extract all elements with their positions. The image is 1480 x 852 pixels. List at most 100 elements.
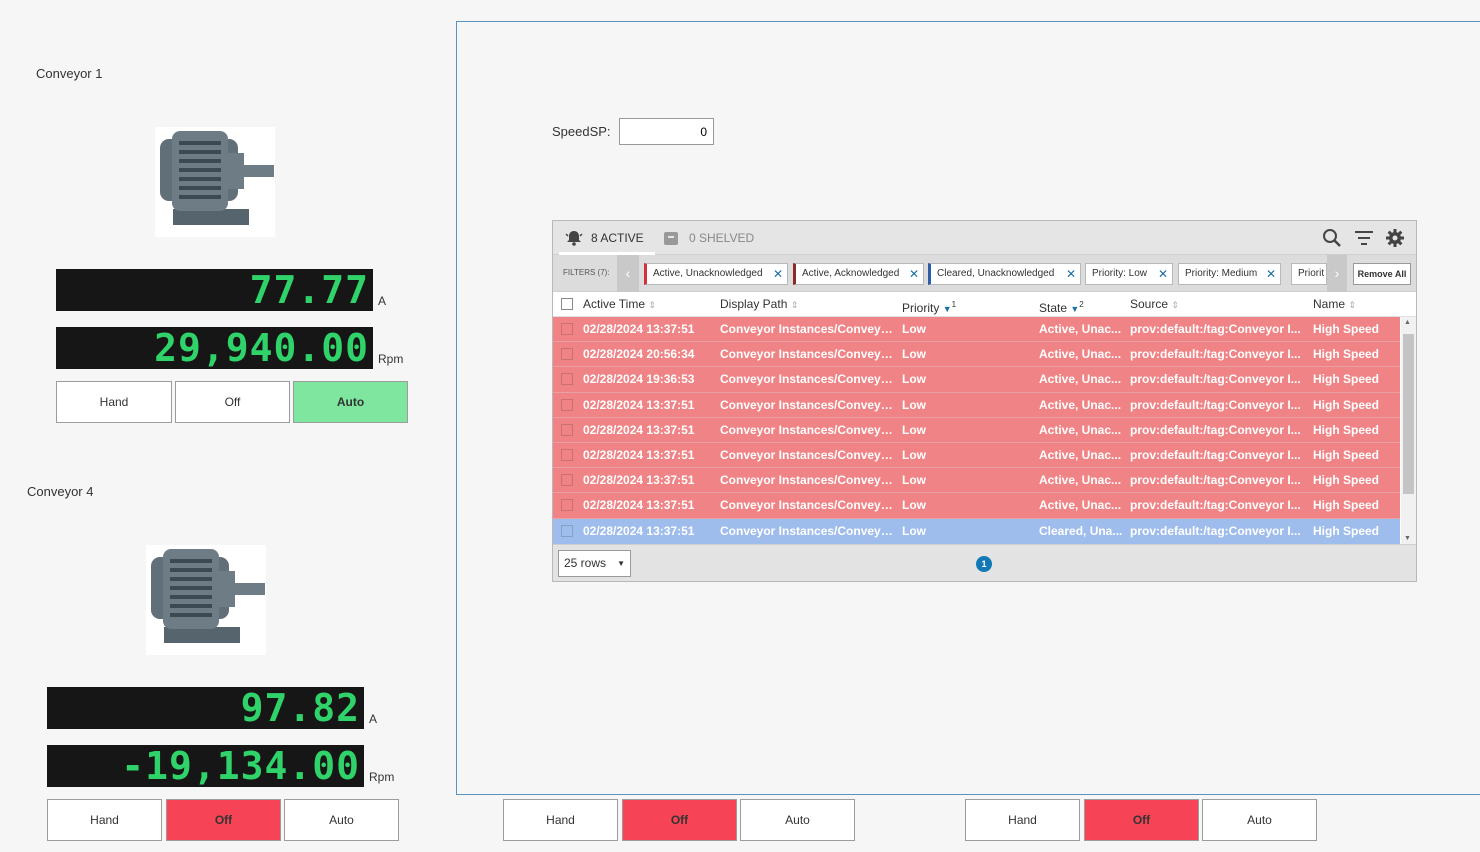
row-checkbox[interactable] [561,373,573,386]
filter-chip-priority-low[interactable]: Priority: Low ✕ [1085,263,1173,285]
conveyor4-auto-button[interactable]: Auto [284,799,399,841]
group1-auto-button[interactable]: Auto [740,799,855,841]
close-icon[interactable]: ✕ [773,264,783,284]
rows-per-page-select[interactable]: 25 rows ▼ [558,550,631,577]
table-row[interactable]: 02/28/2024 13:37:51 Conveyor Instances/Co… [553,442,1400,469]
row-checkbox[interactable] [561,448,573,461]
sort-order-badge: 1 [951,300,957,309]
table-pager: 25 rows ▼ 1 [553,544,1416,581]
conveyor4-speed-unit: Rpm [369,770,395,784]
cell-source: prov:default:/tag:Conveyor I... [1130,447,1301,462]
row-checkbox[interactable] [561,323,573,335]
column-source[interactable]: Source ⇕ [1130,292,1179,317]
cell-active-time: 02/28/2024 13:37:51 [583,498,695,513]
rows-per-page-value: 25 rows [564,556,607,570]
table-row[interactable]: 02/28/2024 13:37:51 Conveyor Instances/Co… [553,468,1400,494]
conveyor1-current-unit: A [378,294,387,308]
cell-state: Active, Unac... [1039,498,1122,513]
cell-priority: Low [902,322,926,336]
conveyor4-off-button[interactable]: Off [166,799,281,841]
gear-icon[interactable] [1385,228,1405,248]
conveyor4-motor-icon [146,545,266,655]
table-row[interactable]: 02/28/2024 20:56:34 Conveyor Instances/Co… [553,342,1400,368]
table-row[interactable]: 02/28/2024 13:37:51 Conveyor Instances/Co… [553,493,1400,519]
column-label: Display Path [720,297,788,311]
cell-name: High Speed [1313,447,1380,462]
cell-priority: Low [902,372,926,387]
column-display-path[interactable]: Display Path ⇕ [720,292,798,317]
filter-chip-priority-medium[interactable]: Priority: Medium ✕ [1178,263,1281,285]
close-icon[interactable]: ✕ [1158,264,1168,284]
row-checkbox[interactable] [561,398,573,411]
tab-shelved[interactable]: 0 SHELVED [663,221,754,255]
table-row[interactable]: 02/28/2024 13:37:51 Conveyor Instances/Co… [553,392,1400,418]
row-checkbox[interactable] [561,524,573,537]
close-icon[interactable]: ✕ [909,264,919,284]
column-label: Name [1313,297,1346,311]
column-priority[interactable]: Priority ▼1 [902,292,956,317]
cell-active-time: 02/28/2024 13:37:51 [583,447,695,462]
conveyor4-hand-button[interactable]: Hand [47,799,162,841]
filters-label: FILTERS (7): [563,268,610,277]
table-row[interactable]: 02/28/2024 13:37:51 Conveyor Instances/Co… [553,317,1400,343]
filter-chip-active-ack[interactable]: Active, Acknowledged ✕ [793,263,924,285]
scroll-up-icon[interactable]: ▲ [1404,319,1411,326]
page-1-button[interactable]: 1 [976,556,992,572]
cell-source: prov:default:/tag:Conveyor I... [1130,347,1301,362]
table-row[interactable]: 02/28/2024 13:37:51 Conveyor Instances/Co… [553,417,1400,443]
conveyor1-title: Conveyor 1 [36,66,103,81]
cell-source: prov:default:/tag:Conveyor I... [1130,397,1301,412]
alarm-bell-icon [565,231,583,246]
select-all-checkbox[interactable] [561,298,573,310]
table-row[interactable]: 02/28/2024 13:37:51 Conveyor Instances/Co… [553,518,1400,544]
group1-off-button[interactable]: Off [622,799,737,841]
filter-icon[interactable] [1354,229,1374,247]
filter-chip-priority-more[interactable]: Priorit [1291,263,1327,285]
row-checkbox[interactable] [561,499,573,512]
conveyor1-hand-button[interactable]: Hand [56,381,172,423]
cell-display-path: Conveyor Instances/Conveyo... [720,372,895,387]
scroll-down-icon[interactable]: ▼ [1404,535,1411,542]
row-checkbox[interactable] [561,423,573,436]
cell-display-path: Conveyor Instances/Conveyo... [720,473,895,488]
cell-source: prov:default:/tag:Conveyor I... [1130,322,1301,336]
filter-chip-cleared-unack[interactable]: Cleared, Unacknowledged ✕ [928,263,1081,285]
cell-active-time: 02/28/2024 20:56:34 [583,347,695,362]
close-icon[interactable]: ✕ [1266,264,1276,284]
cell-display-path: Conveyor Instances/Conveyo... [720,523,895,538]
filter-chip-label: Active, Unacknowledged [653,268,763,279]
row-checkbox[interactable] [561,474,573,487]
group2-auto-button[interactable]: Auto [1202,799,1317,841]
cell-active-time: 02/28/2024 19:36:53 [583,372,695,387]
filters-scroll-left[interactable]: ‹ [617,255,639,292]
column-state[interactable]: State ▼2 [1039,292,1084,317]
group1-hand-button[interactable]: Hand [503,799,618,841]
cell-name: High Speed [1313,372,1380,387]
close-icon[interactable]: ✕ [1066,264,1076,284]
tab-active[interactable]: 8 ACTIVE [565,221,644,255]
dropdown-arrow-icon: ▼ [617,559,625,568]
speedsp-input[interactable] [619,118,714,145]
conveyor4-title: Conveyor 4 [27,484,94,499]
filters-scroll-right[interactable]: › [1327,255,1347,292]
tab-active-label: 8 ACTIVE [591,231,644,245]
cell-priority: Low [902,422,926,437]
table-scrollbar[interactable]: ▲ ▼ [1401,317,1416,544]
conveyor1-off-button[interactable]: Off [175,381,290,423]
column-active-time[interactable]: Active Time ⇕ [583,292,656,317]
scrollbar-thumb[interactable] [1403,334,1414,494]
table-row[interactable]: 02/28/2024 19:36:53 Conveyor Instances/Co… [553,367,1400,393]
cell-state: Active, Unac... [1039,347,1122,362]
cell-state: Active, Unac... [1039,473,1122,488]
row-checkbox[interactable] [561,348,573,361]
group2-off-button[interactable]: Off [1084,799,1199,841]
remove-all-button[interactable]: Remove All [1353,263,1411,285]
column-name[interactable]: Name ⇕ [1313,292,1356,317]
alarm-tabs-bar: 8 ACTIVE 0 SHELVED [553,221,1416,255]
conveyor1-auto-button[interactable]: Auto [293,381,408,423]
conveyor1-current-display: 77.77 [56,269,373,311]
filter-chip-label: Active, Acknowledged [802,268,900,279]
search-icon[interactable] [1322,228,1342,248]
filter-chip-active-unack[interactable]: Active, Unacknowledged ✕ [644,263,788,285]
group2-hand-button[interactable]: Hand [965,799,1080,841]
